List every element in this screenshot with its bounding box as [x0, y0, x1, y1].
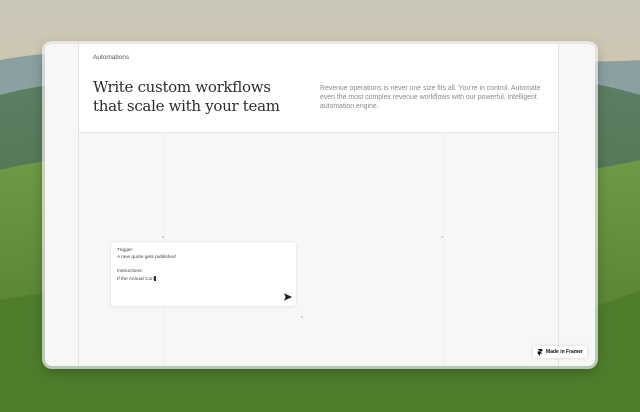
hero-section: Automations Write custom workflows that … — [79, 44, 558, 133]
send-icon — [284, 293, 293, 301]
canvas-gridline — [443, 133, 444, 366]
trigger-label: Trigger: — [117, 248, 134, 253]
canvas-dot — [162, 236, 164, 238]
framer-logo-icon — [537, 348, 543, 356]
canvas-dot — [441, 236, 443, 238]
page-title: Write custom workflows that scale with y… — [93, 78, 293, 116]
instructions-label: Instructions: — [117, 269, 143, 274]
hero-description: Revenue operations is never one size fit… — [320, 85, 541, 110]
canvas-dot — [301, 316, 303, 318]
browser-window: Automations Write custom workflows that … — [45, 44, 595, 366]
badge-label: Made in Framer — [546, 349, 583, 355]
workflow-canvas[interactable]: Trigger: A new quote gets published Inst… — [79, 133, 558, 366]
instructions-input[interactable]: If the Annual Con — [117, 276, 157, 282]
breadcrumb[interactable]: Automations — [93, 54, 129, 61]
text-cursor — [154, 276, 157, 281]
made-in-framer-badge[interactable]: Made in Framer — [533, 346, 587, 358]
page-title-line-1: Write custom workflows — [93, 78, 271, 96]
page-title-line-2: that scale with your team — [93, 97, 280, 115]
prompt-card[interactable]: Trigger: A new quote gets published Inst… — [110, 241, 297, 307]
instructions-value: If the Annual Con — [117, 277, 154, 282]
trigger-value: A new quote gets published — [117, 255, 176, 260]
send-button[interactable] — [283, 292, 293, 302]
layout-rail-right — [558, 44, 559, 366]
